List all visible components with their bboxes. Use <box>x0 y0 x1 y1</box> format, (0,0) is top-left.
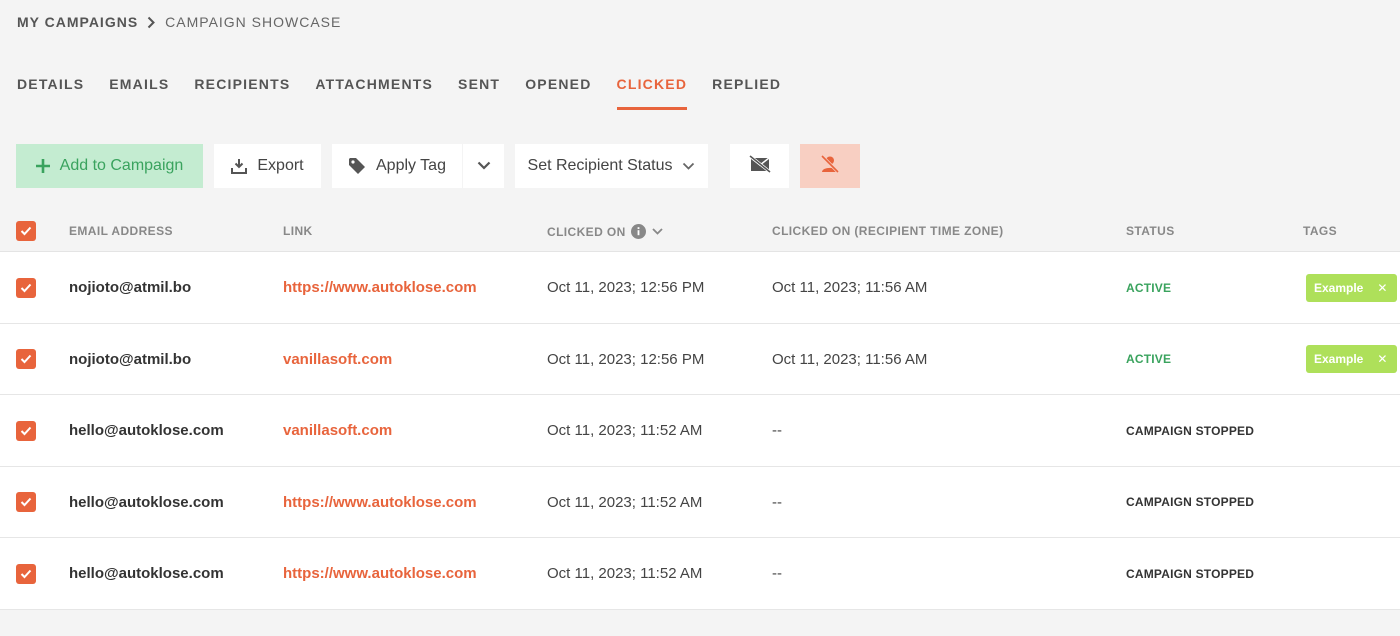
tab-emails[interactable]: EMAILS <box>109 70 169 110</box>
tab-bar: DETAILS EMAILS RECIPIENTS ATTACHMENTS SE… <box>17 70 806 110</box>
email-address: nojioto@atmil.bo <box>69 279 192 296</box>
clicked-on-date: Oct 11, 2023; 11:52 AM <box>547 493 703 511</box>
column-header-clicked-on[interactable]: CLICKED ON <box>547 224 663 239</box>
breadcrumb: MY CAMPAIGNS CAMPAIGN SHOWCASE <box>17 13 341 31</box>
row-checkbox-cell <box>16 538 36 609</box>
checkmark-icon <box>20 426 32 435</box>
clicked-on-date: Oct 11, 2023; 12:56 PM <box>547 279 705 296</box>
export-button[interactable]: Export <box>214 144 321 188</box>
column-header-tags: TAGS <box>1303 224 1338 238</box>
clicked-on-tz-date: -- <box>772 565 782 582</box>
status-badge: ACTIVE <box>1126 352 1172 366</box>
tab-sent[interactable]: SENT <box>458 70 500 110</box>
tab-details[interactable]: DETAILS <box>17 70 84 110</box>
table-row[interactable]: nojioto@atmil.bo vanillasoft.com Oct 11,… <box>0 323 1400 395</box>
checkmark-icon <box>20 226 32 236</box>
clicked-table: EMAIL ADDRESS LINK CLICKED ON CLICKED ON… <box>0 208 1400 610</box>
set-recipient-status-dropdown[interactable]: Set Recipient Status <box>515 144 708 188</box>
clicked-on-tz-date: -- <box>772 422 782 439</box>
checkmark-icon <box>20 569 32 578</box>
table-row[interactable]: hello@autoklose.com vanillasoft.com Oct … <box>0 395 1400 467</box>
table-row[interactable]: hello@autoklose.com https://www.autoklos… <box>0 466 1400 538</box>
add-to-campaign-button[interactable]: Add to Campaign <box>16 144 203 188</box>
tab-attachments[interactable]: ATTACHMENTS <box>315 70 433 110</box>
mail-off-icon <box>748 154 771 178</box>
row-checkbox-cell <box>16 324 36 395</box>
checkmark-icon <box>20 497 32 507</box>
set-recipient-status-label: Set Recipient Status <box>527 157 673 174</box>
column-header-status: STATUS <box>1126 224 1175 238</box>
table-row[interactable]: nojioto@atmil.bo https://www.autoklose.c… <box>0 252 1400 324</box>
export-label: Export <box>257 157 304 174</box>
row-checkbox[interactable] <box>16 492 36 512</box>
row-checkbox-cell <box>16 467 36 538</box>
tag-label: Example <box>1314 352 1364 366</box>
tab-opened[interactable]: OPENED <box>525 70 591 110</box>
breadcrumb-root-link[interactable]: MY CAMPAIGNS <box>17 14 138 30</box>
toolbar: Add to Campaign Export Apply Tag Set Rec… <box>16 144 916 188</box>
tag-icon <box>348 157 366 175</box>
tag-cell: Example ✕ <box>1306 252 1398 323</box>
chevron-down-icon <box>477 157 491 175</box>
clicked-on-tz-date: Oct 11, 2023; 11:56 AM <box>772 350 928 368</box>
tag-cell: Example ✕ <box>1306 324 1398 395</box>
table-row[interactable]: hello@autoklose.com https://www.autoklos… <box>0 538 1400 610</box>
plus-icon <box>35 159 50 173</box>
clicked-link[interactable]: https://www.autoklose.com <box>283 467 477 538</box>
clicked-on-tz-date: -- <box>772 493 782 511</box>
apply-tag-label: Apply Tag <box>376 157 446 174</box>
row-checkbox[interactable] <box>16 349 36 369</box>
breadcrumb-current: CAMPAIGN SHOWCASE <box>165 14 342 30</box>
apply-tag-dropdown-button[interactable] <box>463 144 504 188</box>
sort-chevron-down-icon[interactable] <box>652 228 663 235</box>
clicked-link[interactable]: https://www.autoklose.com <box>283 538 477 609</box>
tab-replied[interactable]: REPLIED <box>712 70 781 110</box>
email-address: hello@autoklose.com <box>69 493 224 511</box>
clicked-on-tz-date: Oct 11, 2023; 11:56 AM <box>772 279 928 296</box>
apply-tag-button[interactable]: Apply Tag <box>332 144 462 188</box>
download-icon <box>231 158 248 174</box>
clicked-on-date: Oct 11, 2023; 11:52 AM <box>547 565 703 582</box>
mail-off-button[interactable] <box>730 144 789 188</box>
clicked-link[interactable]: vanillasoft.com <box>283 395 392 466</box>
clicked-link[interactable]: vanillasoft.com <box>283 324 392 395</box>
info-icon[interactable] <box>630 224 646 239</box>
column-header-clicked-on-label: CLICKED ON <box>547 224 626 239</box>
tab-recipients[interactable]: RECIPIENTS <box>194 70 290 110</box>
column-header-clicked-on-tz: CLICKED ON (RECIPIENT TIME ZONE) <box>772 224 1004 238</box>
tab-clicked[interactable]: CLICKED <box>616 70 688 110</box>
row-checkbox[interactable] <box>16 563 36 584</box>
row-checkbox[interactable] <box>16 277 36 298</box>
user-off-icon <box>820 154 840 178</box>
status-badge: ACTIVE <box>1126 280 1172 295</box>
user-off-button[interactable] <box>800 144 860 188</box>
checkbox[interactable] <box>16 221 36 241</box>
tag-label: Example <box>1314 280 1364 295</box>
row-checkbox-cell <box>16 395 36 466</box>
tag-chip: Example ✕ <box>1306 345 1398 373</box>
email-address: hello@autoklose.com <box>69 565 224 582</box>
row-checkbox[interactable] <box>16 420 36 441</box>
chevron-down-icon <box>682 162 695 170</box>
column-header-email: EMAIL ADDRESS <box>69 224 173 238</box>
clicked-on-date: Oct 11, 2023; 12:56 PM <box>547 350 705 368</box>
status-badge: CAMPAIGN STOPPED <box>1126 423 1255 438</box>
close-icon[interactable]: ✕ <box>1377 352 1387 366</box>
email-address: hello@autoklose.com <box>69 422 224 439</box>
chevron-right-icon <box>147 16 156 29</box>
status-badge: CAMPAIGN STOPPED <box>1126 495 1255 509</box>
checkmark-icon <box>20 283 32 292</box>
close-icon[interactable]: ✕ <box>1377 281 1387 295</box>
row-checkbox-cell <box>16 252 36 323</box>
table-header: EMAIL ADDRESS LINK CLICKED ON CLICKED ON… <box>0 208 1400 252</box>
email-address: nojioto@atmil.bo <box>69 350 192 368</box>
tag-chip: Example ✕ <box>1306 273 1398 302</box>
select-all-checkbox[interactable] <box>16 221 36 241</box>
checkmark-icon <box>20 354 32 364</box>
add-to-campaign-label: Add to Campaign <box>59 157 184 174</box>
clicked-link[interactable]: https://www.autoklose.com <box>283 252 477 323</box>
clicked-on-date: Oct 11, 2023; 11:52 AM <box>547 422 703 439</box>
status-badge: CAMPAIGN STOPPED <box>1126 566 1255 581</box>
column-header-link: LINK <box>283 224 313 238</box>
